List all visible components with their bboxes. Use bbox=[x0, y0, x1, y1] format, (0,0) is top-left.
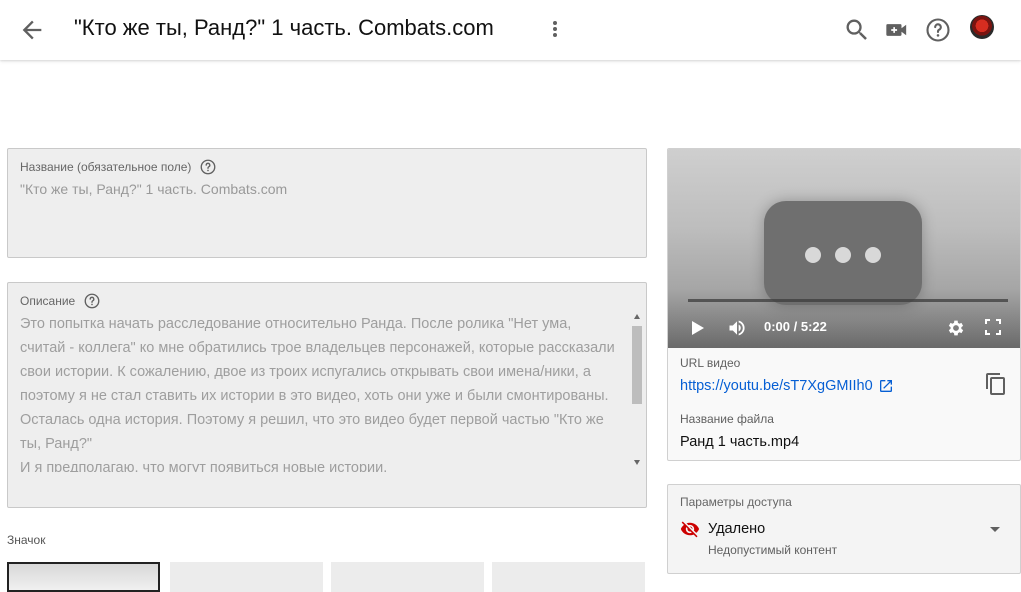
copy-icon bbox=[986, 373, 1005, 395]
description-paragraph: И я предполагаю, что могут появиться нов… bbox=[20, 460, 388, 472]
studio-header: "Кто же ты, Ранд?" 1 часть. Combats.com bbox=[0, 0, 1021, 60]
eye-off-icon bbox=[680, 521, 700, 538]
page-title: "Кто же ты, Ранд?" 1 часть. Combats.com bbox=[74, 15, 494, 40]
visibility-dropdown[interactable]: Параметры доступа Удалено Недопустимый к… bbox=[667, 484, 1021, 574]
title-field-label: Название (обязательное поле) bbox=[20, 158, 217, 176]
video-url-link[interactable]: https://youtu.be/sT7XgGMIIh0 bbox=[680, 378, 894, 394]
video-url-text: https://youtu.be/sT7XgGMIIh0 bbox=[680, 378, 873, 394]
video-time: 0:00 / 5:22 bbox=[764, 319, 827, 334]
volume-button[interactable] bbox=[726, 318, 748, 343]
scroll-thumb[interactable] bbox=[632, 326, 642, 404]
settings-button[interactable] bbox=[946, 318, 966, 343]
help-circle-icon[interactable] bbox=[83, 292, 101, 310]
thumbnail-option[interactable] bbox=[170, 562, 323, 592]
video-url-label: URL видео bbox=[680, 356, 741, 370]
file-name-value: Ранд 1 часть.mp4 bbox=[680, 434, 800, 450]
video-progress-bar[interactable] bbox=[688, 299, 1008, 302]
video-preview-card: 0:00 / 5:22 URL видео https://youtu.be/s… bbox=[667, 148, 1021, 461]
copy-url-button[interactable] bbox=[984, 371, 1008, 397]
video-player[interactable]: 0:00 / 5:22 bbox=[668, 149, 1020, 348]
arrow-left-icon bbox=[22, 20, 42, 40]
thumbnail-option[interactable] bbox=[331, 562, 484, 592]
help-circle-icon bbox=[926, 18, 950, 42]
thumbnails-label: Значок bbox=[7, 533, 46, 547]
create-video-button[interactable] bbox=[884, 16, 912, 44]
volume-icon bbox=[729, 320, 745, 336]
fullscreen-icon bbox=[985, 319, 1001, 335]
visibility-label: Параметры доступа bbox=[680, 495, 792, 509]
description-paragraph: Это попытка начать расследование относит… bbox=[20, 316, 615, 452]
play-button[interactable] bbox=[690, 319, 706, 342]
title-field[interactable]: Название (обязательное поле) "Кто же ты,… bbox=[7, 148, 647, 258]
loading-dot bbox=[805, 247, 821, 263]
description-field-label: Описание bbox=[20, 292, 101, 310]
search-button[interactable] bbox=[843, 16, 871, 44]
thumbnail-option[interactable] bbox=[7, 562, 160, 592]
account-avatar[interactable] bbox=[970, 15, 994, 39]
play-icon bbox=[692, 321, 704, 335]
help-circle-icon[interactable] bbox=[199, 158, 217, 176]
visibility-status: Удалено bbox=[708, 521, 766, 537]
more-options-button[interactable] bbox=[544, 16, 566, 44]
gear-icon bbox=[948, 320, 964, 336]
title-input[interactable]: "Кто же ты, Ранд?" 1 часть. Combats.com bbox=[20, 181, 287, 197]
back-button[interactable] bbox=[18, 16, 46, 44]
visibility-reason: Недопустимый контент bbox=[708, 543, 838, 557]
thumbnail-option[interactable] bbox=[492, 562, 645, 592]
description-textarea[interactable]: Это попытка начать расследование относит… bbox=[20, 312, 618, 472]
file-name-label: Название файла bbox=[680, 412, 774, 426]
help-button[interactable] bbox=[924, 16, 952, 44]
loading-dot bbox=[835, 247, 851, 263]
chevron-down-icon bbox=[990, 527, 1000, 532]
description-scrollbar[interactable] bbox=[631, 310, 643, 474]
more-vert-icon bbox=[553, 21, 557, 37]
loading-dot bbox=[865, 247, 881, 263]
scroll-up-arrow[interactable] bbox=[634, 314, 640, 319]
description-field[interactable]: Описание Это попытка начать расследовани… bbox=[7, 282, 647, 508]
search-icon bbox=[846, 19, 867, 40]
fullscreen-button[interactable] bbox=[984, 318, 1002, 341]
processing-placeholder bbox=[764, 201, 922, 305]
scroll-down-arrow[interactable] bbox=[634, 460, 640, 465]
external-link-icon bbox=[879, 380, 892, 392]
player-controls: 0:00 / 5:22 bbox=[668, 309, 1020, 348]
video-add-icon bbox=[886, 24, 907, 36]
